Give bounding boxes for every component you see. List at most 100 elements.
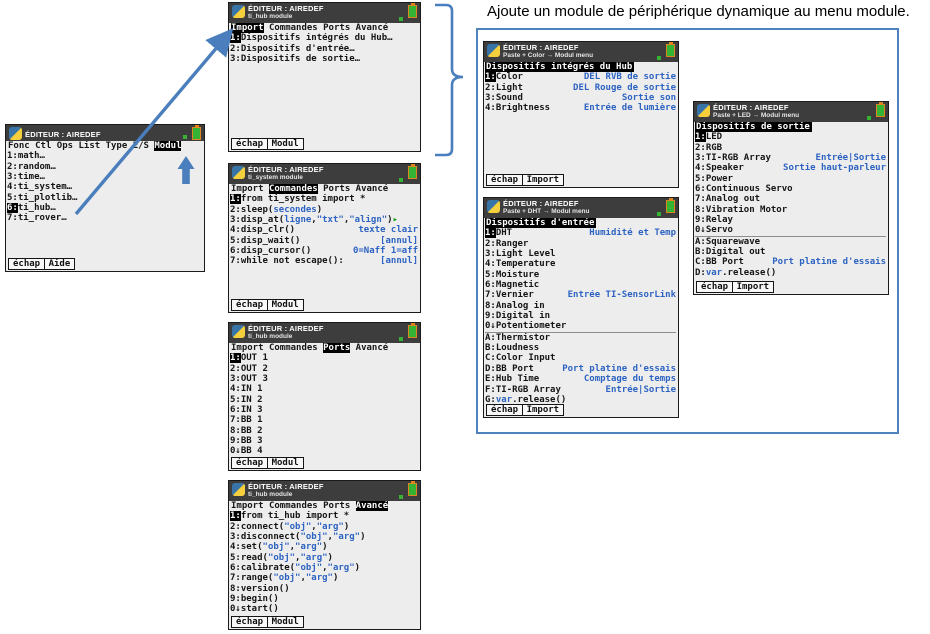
- menu-item-row[interactable]: A:Thermistor: [485, 332, 676, 343]
- menu-item-row[interactable]: 3:disconnect("obj","arg"): [230, 532, 418, 542]
- menu-item-row[interactable]: 0↓Servo: [695, 225, 886, 235]
- menu-item-row[interactable]: C:Color Input: [485, 353, 676, 363]
- softkey-échap[interactable]: échap: [8, 258, 45, 270]
- menu-item-row[interactable]: 4:ti_system…: [7, 182, 202, 192]
- menu-item-row[interactable]: 7:BB 1: [230, 415, 418, 425]
- menu-item-row[interactable]: 7:VernierEntrée TI-SensorLink: [485, 290, 676, 300]
- menu-item-row[interactable]: 8:BB 2: [230, 426, 418, 436]
- menu-item-row[interactable]: 3:disp_at(ligne,"txt","align")▸: [230, 215, 418, 225]
- menu-item-row[interactable]: 2:sleep(secondes): [230, 205, 418, 215]
- softkey-échap[interactable]: échap: [231, 457, 268, 469]
- menu-item-row[interactable]: 5:Moisture: [485, 270, 676, 280]
- menu-tab-modul[interactable]: Modul: [154, 141, 181, 151]
- menu-item-row[interactable]: 2:connect("obj","arg"): [230, 522, 418, 532]
- menu-tab-avancé[interactable]: Avancé: [356, 501, 389, 511]
- menu-item-row[interactable]: 6:Continuous Servo: [695, 184, 886, 194]
- menu-item-row[interactable]: 1:math…: [7, 151, 202, 161]
- menu-item-row[interactable]: D:var.release(): [695, 268, 886, 278]
- menu-item-row[interactable]: 4:Temperature: [485, 259, 676, 269]
- menu-item-row[interactable]: 0↓Potentiometer: [485, 321, 676, 331]
- menu-item-row[interactable]: 5:IN 2: [230, 395, 418, 405]
- menu-item-row[interactable]: A:Squarewave: [695, 236, 886, 247]
- menu-item-row[interactable]: 1:from ti_hub import *: [230, 511, 418, 521]
- menu-item-row[interactable]: 5:ti_plotlib…: [7, 193, 202, 203]
- menu-item-row[interactable]: 4:disp_clr()texte clair: [230, 225, 418, 235]
- menu-tab-import[interactable]: Import: [231, 23, 264, 33]
- menu-tab-ports[interactable]: Ports: [323, 184, 350, 194]
- menu-item-row[interactable]: 3:Dispositifs de sortie…: [230, 54, 418, 64]
- softkey-échap[interactable]: échap: [696, 281, 733, 293]
- menu-item-row[interactable]: 8:Analog in: [485, 301, 676, 311]
- softkey-modul[interactable]: Modul: [267, 138, 304, 150]
- menu-item-row[interactable]: 6:Magnetic: [485, 280, 676, 290]
- menu-item-row[interactable]: 4:set("obj","arg"): [230, 542, 418, 552]
- menu-item-row[interactable]: D:BB PortPort platine d'essais: [485, 364, 676, 374]
- menu-item-row[interactable]: 5:disp_wait()[annul]: [230, 236, 418, 246]
- menu-item-row[interactable]: 2:Dispositifs d'entrée…: [230, 44, 418, 54]
- menu-item-row[interactable]: 7:while not escape():[annul]: [230, 256, 418, 266]
- menu-item-row[interactable]: 3:Light Level: [485, 249, 676, 259]
- menu-item-row[interactable]: 6:IN 3: [230, 405, 418, 415]
- softkey-échap[interactable]: échap: [486, 404, 523, 416]
- softkey-échap[interactable]: échap: [231, 138, 268, 150]
- menu-item-row[interactable]: 3:SoundSortie son: [485, 93, 676, 103]
- menu-item-row[interactable]: 7:range("obj","arg"): [230, 573, 418, 583]
- menu-item-row[interactable]: 1:LED: [695, 132, 886, 142]
- menu-tab-ports[interactable]: Ports: [323, 23, 350, 33]
- menu-item-row[interactable]: E:Hub TimeComptage du temps: [485, 374, 676, 384]
- menu-tab-ctl[interactable]: Ctl: [35, 141, 51, 151]
- menu-tab-e-s[interactable]: E/S: [133, 141, 149, 151]
- menu-item-row[interactable]: C:BB PortPort platine d'essais: [695, 257, 886, 267]
- menu-item-row[interactable]: 7:Analog out: [695, 194, 886, 204]
- menu-item-row[interactable]: 9:Relay: [695, 215, 886, 225]
- menu-item-row[interactable]: 2:random…: [7, 162, 202, 172]
- menu-item-row[interactable]: 7:ti_rover…: [7, 213, 202, 223]
- menu-item-row[interactable]: 9:Digital in: [485, 311, 676, 321]
- menu-tab-commandes[interactable]: Commandes: [269, 343, 318, 353]
- menu-tab-ops[interactable]: Ops: [57, 141, 73, 151]
- softkey-modul[interactable]: Modul: [267, 299, 304, 311]
- menu-item-row[interactable]: 6:disp_cursor()0=Naff 1=aff: [230, 246, 418, 256]
- softkey-import[interactable]: Import: [522, 404, 565, 416]
- softkey-import[interactable]: Import: [522, 174, 565, 186]
- menu-item-row[interactable]: 4:SpeakerSortie haut-parleur: [695, 163, 886, 173]
- menu-tab-commandes[interactable]: Commandes: [269, 184, 318, 194]
- menu-item-row[interactable]: 1:OUT 1: [230, 353, 418, 363]
- softkey-échap[interactable]: échap: [231, 616, 268, 628]
- menu-item-row[interactable]: 3:TI-RGB ArrayEntrée|Sortie: [695, 153, 886, 163]
- menu-item-row[interactable]: 6:calibrate("obj","arg"): [230, 563, 418, 573]
- menu-item-row[interactable]: 0↓BB 4: [230, 446, 418, 456]
- menu-tab-avancé[interactable]: Avancé: [356, 23, 389, 33]
- menu-item-row[interactable]: 4:IN 1: [230, 384, 418, 394]
- menu-tab-avancé[interactable]: Avancé: [356, 184, 389, 194]
- menu-tab-type[interactable]: Type: [106, 141, 128, 151]
- menu-item-row[interactable]: 8:Vibration Motor: [695, 205, 886, 215]
- menu-tab-fonc[interactable]: Fonc: [8, 141, 30, 151]
- menu-tab-import[interactable]: Import: [231, 501, 264, 511]
- menu-item-row[interactable]: 3:OUT 3: [230, 374, 418, 384]
- menu-item-row[interactable]: 1:from ti_system import *: [230, 194, 418, 204]
- softkey-échap[interactable]: échap: [486, 174, 523, 186]
- menu-item-row[interactable]: 1:Dispositifs intégrés du Hub…: [230, 33, 418, 43]
- menu-item-row[interactable]: 9:BB 3: [230, 436, 418, 446]
- softkey-aide[interactable]: Aide: [44, 258, 76, 270]
- menu-tab-import[interactable]: Import: [231, 184, 264, 194]
- softkey-import[interactable]: Import: [732, 281, 775, 293]
- menu-item-row[interactable]: 4:BrightnessEntrée de lumière: [485, 103, 676, 113]
- softkey-modul[interactable]: Modul: [267, 457, 304, 469]
- menu-tab-ports[interactable]: Ports: [323, 501, 350, 511]
- menu-tab-import[interactable]: Import: [231, 343, 264, 353]
- menu-tab-commandes[interactable]: Commandes: [269, 501, 318, 511]
- menu-item-row[interactable]: F:TI-RGB ArrayEntrée|Sortie: [485, 385, 676, 395]
- softkey-modul[interactable]: Modul: [267, 616, 304, 628]
- menu-tab-avancé[interactable]: Avancé: [356, 343, 389, 353]
- menu-tab-list[interactable]: List: [78, 141, 100, 151]
- menu-item-row[interactable]: 1:ColorDEL RVB de sortie: [485, 72, 676, 82]
- menu-item-row[interactable]: 2:Ranger: [485, 239, 676, 249]
- softkey-échap[interactable]: échap: [231, 299, 268, 311]
- menu-item-row[interactable]: 5:read("obj","arg"): [230, 553, 418, 563]
- menu-item-row[interactable]: 9:begin(): [230, 594, 418, 604]
- menu-item-row[interactable]: B:Digital out: [695, 247, 886, 257]
- menu-item-row[interactable]: 1:DHTHumidité et Temp: [485, 228, 676, 238]
- menu-tab-ports[interactable]: Ports: [323, 343, 350, 353]
